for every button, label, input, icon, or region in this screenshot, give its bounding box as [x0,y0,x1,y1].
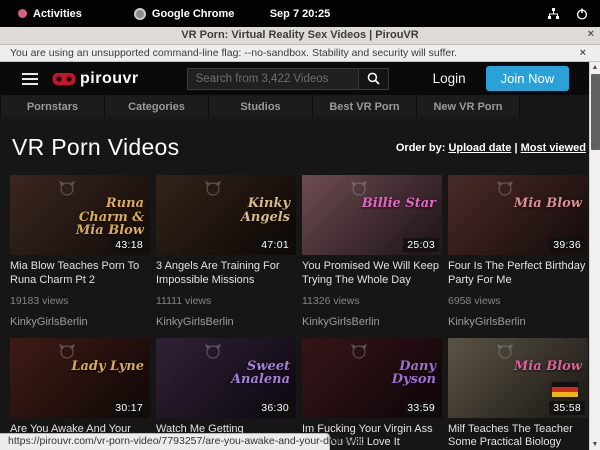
site-logo-text: pirouvr [80,70,139,88]
menu-hamburger-icon[interactable] [22,70,38,88]
activities-dot-icon [18,9,27,18]
video-thumbnail[interactable]: Kinky Angels 47:01 [156,175,296,255]
vr-headset-icon [52,72,76,86]
nav-item-categories[interactable]: Categories [104,95,208,118]
video-views: 11111 views [156,295,296,307]
video-duration-badge: 47:01 [257,238,293,252]
video-thumbnail[interactable]: Lady Lyne 30:17 [10,338,150,418]
infobar-message: You are using an unsupported command-lin… [0,47,457,59]
video-thumbnail[interactable]: Dany Dyson 33:59 [302,338,442,418]
video-views: 6958 views [448,295,588,307]
system-top-bar: Activities Google Chrome Sep 7 20:25 [0,0,600,27]
browser-tab-strip: VR Porn: Virtual Reality Sex Videos | Pi… [0,27,600,45]
browser-infobar: You are using an unsupported command-lin… [0,45,600,62]
video-duration-badge: 39:36 [549,238,585,252]
thumbnail-overlay-name: Runa Charm & Mia Blow [64,197,144,238]
search-button[interactable] [359,68,389,90]
order-by-controls: Order by: Upload date | Most viewed [396,142,586,154]
search-input[interactable] [187,68,359,90]
video-card[interactable]: Mia Blow 35:58 Milf Teaches The Teacher … [448,338,588,450]
join-now-button[interactable]: Join Now [486,66,569,91]
browser-scrollbar[interactable]: ▲ ▼ [589,62,600,450]
chrome-app-icon [134,8,146,20]
network-icon[interactable] [547,8,560,20]
activities-label: Activities [33,8,82,20]
studio-cat-logo-icon [350,343,368,359]
order-by-label: Order by: [396,142,446,154]
video-duration-badge: 30:17 [111,401,147,415]
studio-cat-logo-icon [204,343,222,359]
nav-item-pornstars[interactable]: Pornstars [0,95,104,118]
main-nav-menu: PornstarsCategoriesStudiosBest VR PornNe… [0,95,520,118]
video-card[interactable]: Kinky Angels 47:01 3 Angels Are Training… [156,175,296,328]
thumbnail-overlay-name: Lady Lyne [71,360,144,374]
video-card[interactable]: Mia Blow 39:36 Four Is The Perfect Birth… [448,175,588,328]
nav-item-new-vr-porn[interactable]: New VR Porn [416,95,520,118]
video-studio-link[interactable]: KinkyGirlsBerlin [448,316,588,328]
studio-cat-logo-icon [58,180,76,196]
studio-cat-logo-icon [496,343,514,359]
video-title[interactable]: Milf Teaches The Teacher Some Practical … [448,423,588,450]
thumbnail-overlay-name: Kinky Angels [210,197,290,224]
studio-cat-logo-icon [204,180,222,196]
video-views: 19183 views [10,295,150,307]
video-duration-badge: 25:03 [403,238,439,252]
power-icon[interactable] [576,8,588,20]
tab-close-icon[interactable]: × [588,28,594,40]
video-thumbnail[interactable]: Runa Charm & Mia Blow 43:18 [10,175,150,255]
video-title[interactable]: You Promised We Will Keep Trying The Who… [302,260,442,288]
video-card[interactable]: Runa Charm & Mia Blow 43:18 Mia Blow Tea… [10,175,150,328]
thumbnail-overlay-name: Billie Star [362,197,436,211]
site-header: pirouvr Login Join Now [0,62,600,95]
video-thumbnail[interactable]: Billie Star 25:03 [302,175,442,255]
video-title[interactable]: Four Is The Perfect Birthday Party For M… [448,260,588,288]
thumbnail-overlay-name: Mia Blow [514,360,582,374]
video-duration-badge: 35:58 [549,401,585,415]
site-logo[interactable]: pirouvr [52,70,139,88]
video-grid: Runa Charm & Mia Blow 43:18 Mia Blow Tea… [0,175,600,450]
studio-cat-logo-icon [496,180,514,196]
activities-button[interactable]: Activities [10,5,90,23]
order-by-most-viewed-link[interactable]: Most viewed [521,142,586,154]
video-duration-badge: 33:59 [403,401,439,415]
thumbnail-overlay-name: Sweet Analena [210,360,290,387]
page-title: VR Porn Videos [12,134,179,161]
search-bar [187,68,389,90]
video-thumbnail[interactable]: Mia Blow 35:58 [448,338,588,418]
scrollbar-up-arrow-icon[interactable]: ▲ [590,62,600,73]
order-by-upload-date-link[interactable]: Upload date [448,142,511,154]
video-duration-badge: 43:18 [111,238,147,252]
nav-item-best-vr-porn[interactable]: Best VR Porn [312,95,416,118]
nav-item-studios[interactable]: Studios [208,95,312,118]
scrollbar-thumb[interactable] [591,74,600,150]
browser-tab-title[interactable]: VR Porn: Virtual Reality Sex Videos | Pi… [0,29,600,41]
video-thumbnail[interactable]: Mia Blow 39:36 [448,175,588,255]
focused-app-label: Google Chrome [152,8,235,20]
video-title[interactable]: 3 Angels Are Training For Impossible Mis… [156,260,296,288]
video-studio-link[interactable]: KinkyGirlsBerlin [156,316,296,328]
thumbnail-overlay-name: Mia Blow [514,197,582,211]
german-flag-icon [552,382,578,397]
video-views: 11326 views [302,295,442,307]
page-viewport: pirouvr Login Join Now PornstarsCategori… [0,62,600,450]
scrollbar-down-arrow-icon[interactable]: ▼ [590,439,600,450]
focused-app-menu[interactable]: Google Chrome [134,8,235,20]
video-duration-badge: 36:30 [257,401,293,415]
studio-cat-logo-icon [350,180,368,196]
video-title[interactable]: Mia Blow Teaches Porn To Runa Charm Pt 2 [10,260,150,288]
studio-cat-logo-icon [58,343,76,359]
thumbnail-overlay-name: Dany Dyson [356,360,436,387]
infobar-close-icon[interactable]: × [580,47,600,59]
video-studio-link[interactable]: KinkyGirlsBerlin [302,316,442,328]
status-bar-url: https://pirouvr.com/vr-porn-video/779325… [0,433,330,450]
video-studio-link[interactable]: KinkyGirlsBerlin [10,316,150,328]
search-icon [367,72,380,85]
video-thumbnail[interactable]: Sweet Analena 36:30 [156,338,296,418]
video-card[interactable]: Billie Star 25:03 You Promised We Will K… [302,175,442,328]
login-link[interactable]: Login [433,71,466,86]
